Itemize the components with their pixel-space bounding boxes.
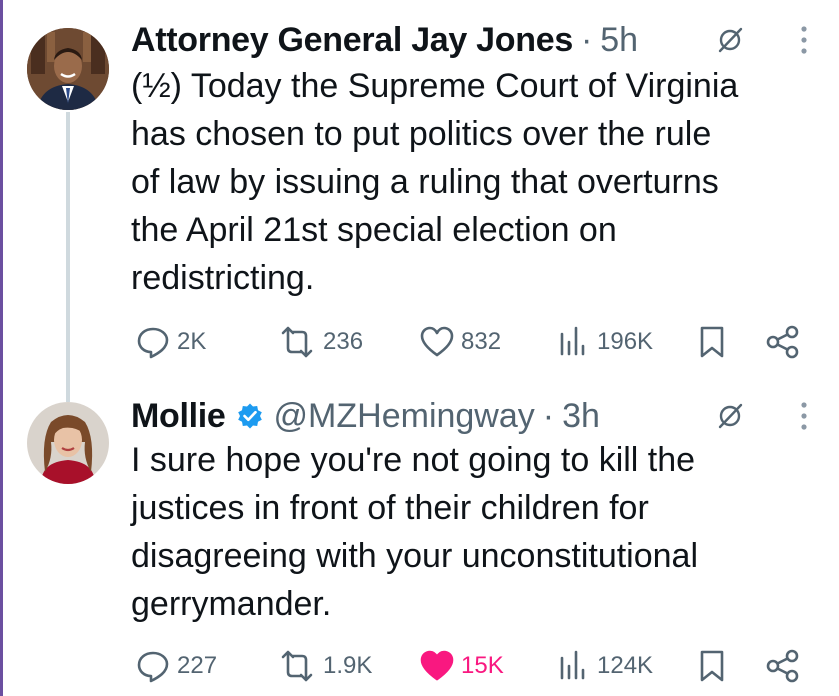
share-icon	[766, 325, 799, 359]
views-count: 196K	[597, 328, 654, 355]
tweet-actions: 2K 236 832 196K	[131, 322, 811, 362]
like-button[interactable]: 15K	[419, 646, 504, 686]
avatar[interactable]	[27, 28, 109, 110]
tweet-thread: Attorney General Jay Jones · 5h (½) Toda…	[0, 0, 839, 696]
repost-icon	[281, 326, 313, 358]
bookmark-icon	[700, 326, 724, 358]
like-button[interactable]: 832	[419, 322, 501, 362]
reply-count: 2K	[177, 328, 207, 355]
grok-icon[interactable]	[716, 402, 744, 430]
verified-badge-icon	[236, 402, 264, 430]
like-count: 832	[461, 328, 502, 355]
repost-button[interactable]: 1.9K	[277, 646, 372, 686]
views-chart-icon	[560, 650, 585, 680]
share-button[interactable]	[765, 322, 801, 362]
views-chart-icon	[560, 326, 585, 356]
author-handle[interactable]: @MZHemingway	[274, 397, 535, 436]
tweet-actions: 227 1.9K 15K 124K	[131, 646, 811, 686]
reply-icon	[137, 651, 169, 683]
author-name[interactable]: Mollie	[131, 397, 226, 436]
heart-filled-icon	[420, 650, 454, 681]
reply-button[interactable]: 227	[135, 646, 217, 686]
more-options-icon[interactable]	[800, 24, 808, 56]
timestamp[interactable]: 3h	[562, 397, 600, 436]
bookmark-icon	[700, 650, 724, 682]
heart-icon	[420, 326, 454, 357]
bookmark-button[interactable]	[697, 646, 727, 686]
views-count: 124K	[597, 652, 654, 679]
separator-dot: ·	[580, 20, 593, 59]
repost-count: 1.9K	[323, 652, 373, 679]
tweet-header: Mollie @MZHemingway · 3h	[131, 394, 812, 438]
more-options-icon[interactable]	[800, 400, 808, 432]
tweet-header: Attorney General Jay Jones · 5h	[131, 18, 812, 62]
views-button[interactable]: 124K	[557, 646, 653, 686]
like-count: 15K	[461, 652, 504, 679]
avatar-photo	[27, 402, 109, 484]
tweet[interactable]: Mollie @MZHemingway · 3h I sure hope you…	[3, 380, 839, 696]
share-icon	[766, 649, 799, 683]
timestamp[interactable]: 5h	[600, 21, 638, 60]
separator-dot: ·	[542, 396, 555, 435]
reply-count: 227	[177, 652, 218, 679]
author-name[interactable]: Attorney General Jay Jones	[131, 21, 573, 60]
grok-icon[interactable]	[716, 26, 744, 54]
tweet-text: (½) Today the Supreme Court of Virginia …	[131, 67, 739, 297]
share-button[interactable]	[765, 646, 801, 686]
repost-count: 236	[323, 328, 364, 355]
avatar-photo	[27, 28, 109, 110]
reply-icon	[137, 327, 169, 359]
repost-button[interactable]: 236	[277, 322, 363, 362]
repost-icon	[281, 650, 313, 682]
tweet[interactable]: Attorney General Jay Jones · 5h (½) Toda…	[3, 0, 839, 380]
views-button[interactable]: 196K	[557, 322, 653, 362]
bookmark-button[interactable]	[697, 322, 727, 362]
tweet-text: I sure hope you're not going to kill the…	[131, 441, 699, 623]
reply-button[interactable]: 2K	[135, 322, 206, 362]
avatar[interactable]	[27, 402, 109, 484]
